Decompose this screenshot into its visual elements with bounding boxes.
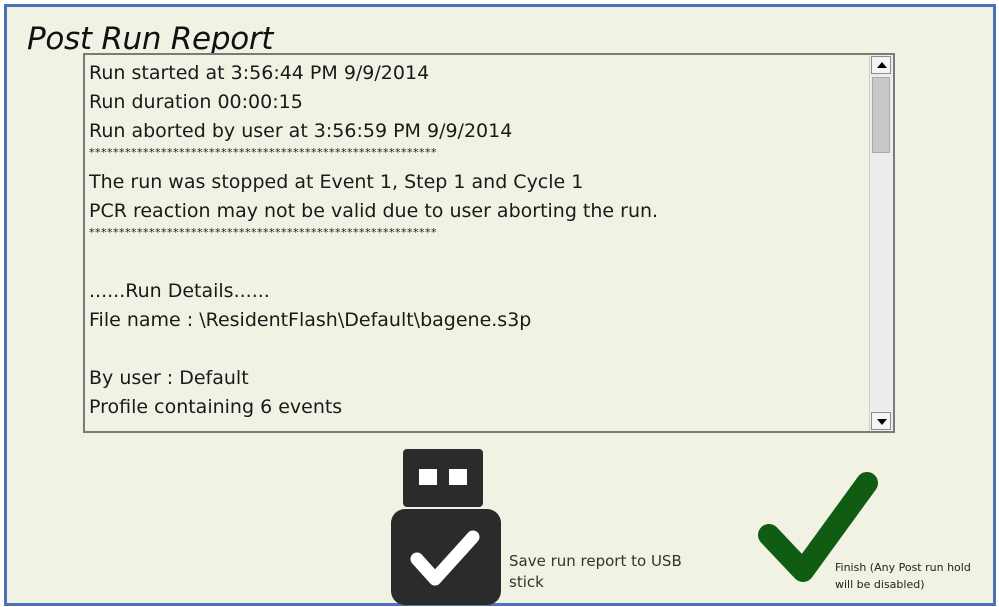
post-run-report-window: Post Run Report Run started at 3:56:44 P…	[4, 4, 996, 606]
report-line-stopped-at: The run was stopped at Event 1, Step 1 a…	[89, 171, 584, 193]
report-line-run-details: ......Run Details......	[89, 280, 270, 302]
report-line-profile-events: Profile containing 6 events	[89, 396, 343, 418]
report-text-content: Run started at 3:56:44 PM 9/9/2014 Run d…	[89, 59, 865, 431]
page-title: Post Run Report	[27, 21, 274, 57]
report-line-file-name: File name : \ResidentFlash\Default\bagen…	[89, 309, 532, 331]
report-line-run-started: Run started at 3:56:44 PM 9/9/2014	[89, 62, 430, 84]
scroll-up-button[interactable]	[871, 56, 891, 74]
report-separator: ****************************************…	[89, 226, 437, 239]
report-separator: ****************************************…	[89, 146, 437, 159]
scroll-down-button[interactable]	[871, 412, 891, 430]
finish-button[interactable]: Finish (Any Post run hold will be disabl…	[755, 467, 993, 607]
report-line-pcr-warning: PCR reaction may not be valid due to use…	[89, 200, 659, 222]
finish-label: Finish (Any Post run hold will be disabl…	[835, 561, 971, 591]
usb-stick-check-icon	[391, 449, 501, 605]
report-text-box[interactable]: Run started at 3:56:44 PM 9/9/2014 Run d…	[83, 53, 895, 433]
arrow-up-icon	[877, 62, 887, 68]
save-to-usb-button[interactable]: Save run report to USB stick	[391, 447, 691, 607]
scrollbar-thumb[interactable]	[872, 77, 890, 153]
report-blank-line	[89, 335, 865, 364]
report-line-run-duration: Run duration 00:00:15	[89, 91, 303, 113]
report-line-run-aborted: Run aborted by user at 3:56:59 PM 9/9/20…	[89, 120, 513, 142]
report-line-by-user: By user : Default	[89, 367, 249, 389]
arrow-down-icon	[877, 419, 887, 425]
report-blank-line	[89, 248, 865, 277]
report-scrollbar[interactable]	[869, 55, 893, 431]
save-to-usb-label: Save run report to USB stick	[509, 552, 682, 591]
